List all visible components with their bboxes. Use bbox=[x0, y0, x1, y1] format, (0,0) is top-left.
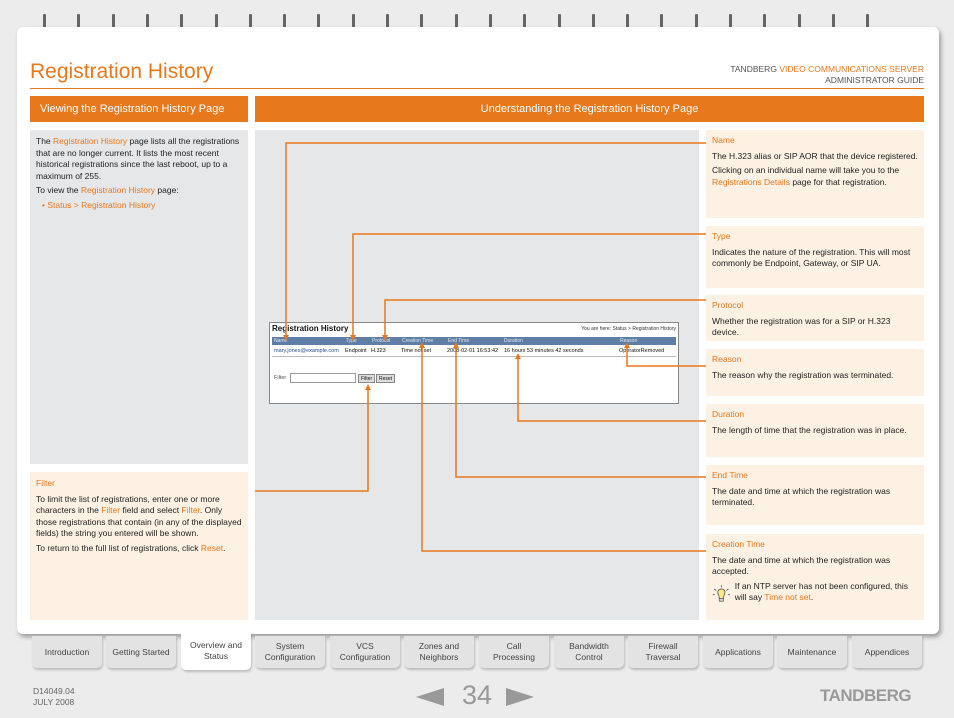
reset-button[interactable]: Reset bbox=[376, 374, 396, 383]
filter-description: To limit the list of registrations, ente… bbox=[36, 493, 242, 539]
cell-name[interactable]: mary.jones@example.com bbox=[274, 348, 339, 354]
tab-applications[interactable]: Applications bbox=[703, 636, 773, 668]
column-name[interactable]: Name bbox=[274, 338, 287, 344]
brand-name: TANDBERG bbox=[730, 64, 777, 74]
reason-heading: Reason bbox=[712, 354, 742, 364]
chapter-tabs: Introduction Getting Started Overview an… bbox=[30, 632, 924, 670]
registrations-details-link[interactable]: Registrations Details bbox=[712, 177, 790, 187]
tab-introduction[interactable]: Introduction bbox=[32, 636, 102, 668]
page-number: 34 bbox=[462, 680, 493, 710]
right-section-bar: Understanding the Registration History P… bbox=[255, 96, 924, 122]
creation-time-heading: Creation Time bbox=[712, 539, 765, 549]
page-title: Registration History bbox=[30, 60, 214, 83]
document-info: D14049.04 JULY 2008 bbox=[33, 686, 75, 708]
ntp-tip: If an NTP server has not been configured… bbox=[712, 581, 918, 607]
cell-protocol: H.323 bbox=[371, 348, 386, 354]
end-time-heading: End Time bbox=[712, 470, 748, 480]
left-section-bar: Viewing the Registration History Page bbox=[30, 96, 248, 122]
intro-paragraph: The Registration History page lists all … bbox=[36, 136, 240, 181]
filter-heading: Filter bbox=[36, 478, 55, 488]
protocol-heading: Protocol bbox=[712, 300, 744, 310]
cell-type: Endpoint bbox=[345, 348, 367, 354]
column-protocol[interactable]: Protocol bbox=[372, 338, 390, 344]
column-creation-time[interactable]: Creation Time bbox=[402, 338, 433, 344]
cell-reason: OperatorRemoved bbox=[619, 348, 665, 354]
column-end-time[interactable]: End Time bbox=[448, 338, 469, 344]
tab-overview-and-status[interactable]: Overview and Status bbox=[181, 632, 251, 670]
type-heading: Type bbox=[712, 231, 731, 241]
breadcrumb: You are here: Status > Registration Hist… bbox=[581, 326, 676, 332]
guide-name: ADMINISTRATOR GUIDE bbox=[825, 75, 924, 85]
name-heading: Name bbox=[712, 135, 735, 145]
protocol-callout: Protocol Whether the registration was fo… bbox=[706, 295, 924, 341]
document-date: JULY 2008 bbox=[33, 697, 75, 707]
document-header: TANDBERG VIDEO COMMUNICATIONS SERVER ADM… bbox=[730, 64, 924, 86]
creation-time-callout: Creation Time The date and time at which… bbox=[706, 534, 924, 620]
registration-history-screenshot: Registration History You are here: Statu… bbox=[269, 322, 679, 404]
registration-history-link[interactable]: Registration History bbox=[81, 185, 155, 195]
column-duration[interactable]: Duration bbox=[504, 338, 523, 344]
header-rule bbox=[30, 88, 924, 89]
tab-system-configuration[interactable]: System Configuration bbox=[255, 636, 325, 668]
screenshot-title: Registration History bbox=[272, 324, 349, 333]
filter-button[interactable]: Filter bbox=[358, 374, 376, 383]
next-page-arrow-icon[interactable] bbox=[506, 688, 534, 706]
tab-vcs-configuration[interactable]: VCS Configuration bbox=[330, 636, 400, 668]
duration-callout: Duration The length of time that the reg… bbox=[706, 404, 924, 457]
intro-panel: The Registration History page lists all … bbox=[30, 130, 248, 464]
duration-heading: Duration bbox=[712, 409, 745, 419]
tab-bandwidth-control[interactable]: Bandwidth Control bbox=[554, 636, 624, 668]
tab-firewall-traversal[interactable]: Firewall Traversal bbox=[628, 636, 698, 668]
lightbulb-icon bbox=[712, 584, 731, 601]
tandberg-logo: TANDBERG bbox=[820, 686, 912, 705]
table-header: Name Type Protocol Creation Time End Tim… bbox=[272, 337, 676, 345]
intro-instruction: To view the Registration History page: bbox=[36, 185, 179, 195]
filter-input[interactable] bbox=[290, 373, 356, 383]
filter-callout: Filter To limit the list of registration… bbox=[30, 472, 248, 620]
type-callout: Type Indicates the nature of the registr… bbox=[706, 226, 924, 288]
cell-end-time: 2008-02-01 16:53:42 bbox=[447, 348, 499, 354]
previous-page-arrow-icon[interactable] bbox=[416, 688, 444, 706]
menu-path-bullet[interactable]: • Status > Registration History bbox=[36, 200, 242, 212]
name-callout: Name The H.323 alias or SIP AOR that the… bbox=[706, 130, 924, 218]
tab-zones-and-neighbors[interactable]: Zones and Neighbors bbox=[404, 636, 474, 668]
end-time-callout: End Time The date and time at which the … bbox=[706, 465, 924, 525]
tab-call-processing[interactable]: Call Processing bbox=[479, 636, 549, 668]
tab-appendices[interactable]: Appendices bbox=[852, 636, 922, 668]
cell-creation-time: Time not set bbox=[401, 348, 432, 354]
reason-callout: Reason The reason why the registration w… bbox=[706, 349, 924, 396]
tab-maintenance[interactable]: Maintenance bbox=[777, 636, 847, 668]
reset-description: To return to the full list of registrati… bbox=[36, 542, 226, 553]
document-id: D14049.04 bbox=[33, 686, 75, 696]
cell-duration: 16 hours 53 minutes 42 seconds bbox=[504, 348, 584, 354]
product-name: VIDEO COMMUNICATIONS SERVER bbox=[779, 64, 924, 74]
filter-label: Filter bbox=[274, 375, 287, 381]
column-type[interactable]: Type bbox=[346, 338, 357, 344]
registration-history-link[interactable]: Registration History bbox=[53, 136, 127, 146]
row-divider bbox=[272, 356, 676, 357]
tab-getting-started[interactable]: Getting Started bbox=[106, 636, 176, 668]
column-reason[interactable]: Reason bbox=[620, 338, 637, 344]
